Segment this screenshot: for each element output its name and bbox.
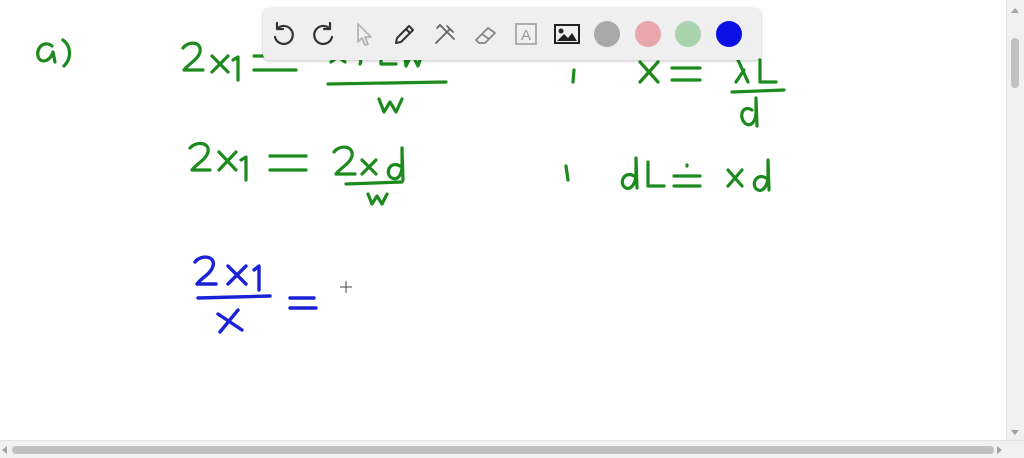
horizontal-scrollbar[interactable]	[0, 440, 1024, 458]
color-swatch-pink	[634, 21, 661, 47]
tools-button[interactable]	[425, 8, 466, 60]
equation-row-2-right	[564, 156, 771, 192]
color-blue[interactable]	[709, 8, 750, 60]
pointer-icon	[357, 23, 373, 46]
color-swatch-blue	[715, 21, 742, 47]
equation-row-2	[188, 141, 405, 206]
blue-ink-layer	[193, 255, 318, 334]
vertical-scroll-thumb[interactable]	[1011, 38, 1019, 88]
part-label-a	[36, 38, 72, 68]
scroll-up-arrow-icon[interactable]	[1011, 8, 1019, 13]
image-icon	[553, 24, 580, 44]
equation-row-1-right	[571, 58, 786, 128]
pen-tool[interactable]	[385, 8, 426, 60]
redo-icon	[312, 21, 333, 46]
scroll-right-arrow-icon[interactable]	[997, 446, 1002, 454]
whiteboard-canvas[interactable]	[0, 0, 1024, 458]
eraser-icon	[474, 27, 496, 44]
undo-icon	[274, 21, 295, 46]
redo-button[interactable]	[304, 8, 345, 60]
scroll-down-arrow-icon[interactable]	[1011, 430, 1019, 435]
color-swatch-green	[675, 21, 702, 47]
color-pink[interactable]	[628, 8, 669, 60]
green-ink-layer	[36, 38, 786, 206]
color-gray[interactable]	[587, 8, 628, 60]
drawing-toolbar: A	[263, 8, 761, 60]
tools-icon	[435, 23, 456, 44]
undo-button[interactable]	[263, 8, 304, 60]
text-tool[interactable]: A	[506, 8, 547, 60]
image-tool[interactable]	[547, 8, 588, 60]
crosshair-cursor-icon	[340, 281, 352, 293]
vertical-scrollbar[interactable]	[1006, 0, 1024, 441]
pen-icon	[394, 25, 414, 44]
color-swatch-gray	[594, 21, 621, 47]
equation-row-3	[193, 255, 318, 334]
scroll-left-arrow-icon[interactable]	[2, 446, 7, 454]
horizontal-scroll-thumb[interactable]	[12, 446, 994, 454]
text-tool-glyph: A	[521, 27, 531, 44]
select-tool[interactable]	[344, 8, 385, 60]
eraser-tool[interactable]	[466, 8, 507, 60]
text-icon: A	[515, 23, 537, 45]
color-green[interactable]	[668, 8, 709, 60]
